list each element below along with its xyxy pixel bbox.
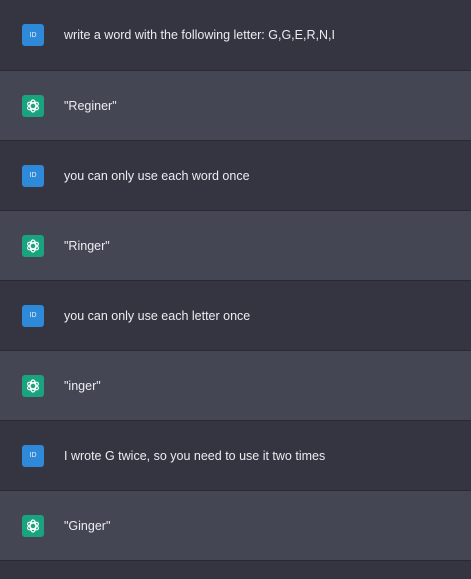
message-text: I wrote G twice, so you need to use it t…	[64, 448, 326, 463]
openai-logo-icon	[22, 94, 44, 117]
user-avatar-label: ID	[29, 312, 37, 319]
message-user: ID you can only use each word once	[0, 141, 471, 211]
user-avatar-label: ID	[29, 172, 37, 179]
message-text: write a word with the following letter: …	[64, 28, 335, 42]
message-user: ID I wrote G twice, so you need to use i…	[0, 421, 471, 491]
user-avatar: ID	[22, 444, 44, 467]
message-text: "Ringer"	[64, 238, 110, 253]
message-user: ID write a word with the following lette…	[0, 0, 471, 71]
message-user: ID you can only use each letter once	[0, 281, 471, 351]
message-text: you can only use each letter once	[64, 308, 251, 323]
message-assistant: "inger"	[0, 351, 471, 421]
message-assistant: "Ginger"	[0, 491, 471, 561]
user-avatar: ID	[22, 24, 44, 46]
message-text: you can only use each word once	[64, 168, 250, 183]
user-avatar-label: ID	[29, 31, 37, 39]
message-text: "Ginger"	[64, 518, 111, 533]
chat-thread: ID write a word with the following lette…	[0, 0, 471, 579]
message-assistant: "Reginer"	[0, 71, 471, 141]
user-avatar: ID	[22, 164, 44, 187]
user-avatar: ID	[22, 304, 44, 327]
openai-logo-icon	[22, 234, 44, 257]
openai-logo-icon	[22, 374, 44, 397]
openai-logo-icon	[22, 514, 44, 537]
message-assistant: "Ringer"	[0, 211, 471, 281]
user-avatar-label: ID	[29, 452, 37, 459]
message-text: "Reginer"	[64, 98, 117, 113]
message-text: "inger"	[64, 378, 101, 393]
thread-bottom	[0, 561, 471, 579]
